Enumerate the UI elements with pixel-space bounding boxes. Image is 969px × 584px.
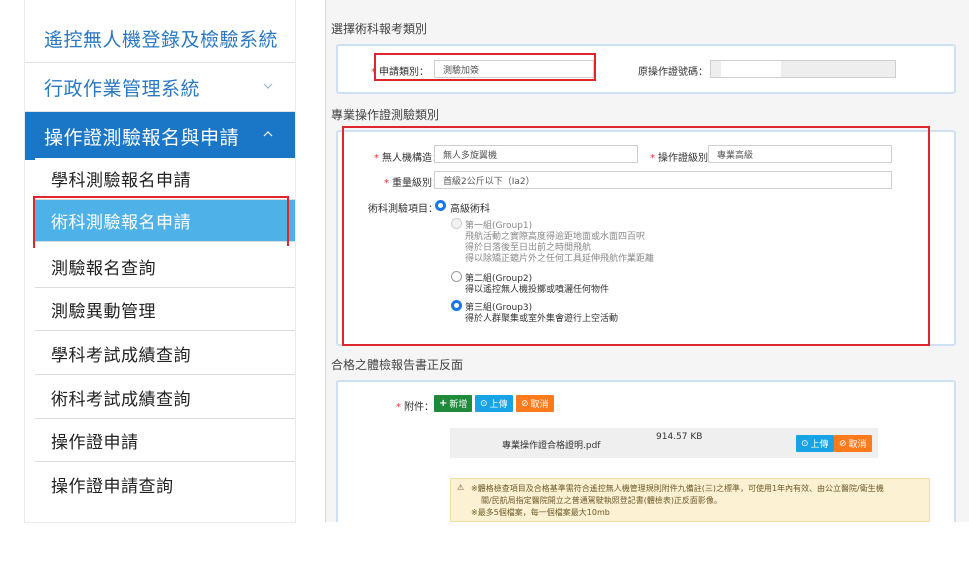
notice-box: ⚠ ※體格檢查項目及合格基準需符合遙控無人機管理規則附件九備註(三)之標準，可使… bbox=[450, 478, 930, 522]
button-label: 新增 bbox=[449, 400, 468, 410]
panel-health-report: * 附件： + 新增 ⊙ 上傳 ⊘ 取消 專業操作證合格證明.pdf 914.57… bbox=[336, 380, 956, 522]
file-name: 專業操作證合格證明.pdf bbox=[502, 441, 601, 451]
cancel-button[interactable]: ⊘ 取消 bbox=[516, 395, 554, 412]
section-title-test-category: 專業操作證測驗類別 bbox=[331, 108, 440, 122]
file-row: 專業操作證合格證明.pdf 914.57 KB ⊙ 上傳 ⊘ 取消 bbox=[450, 428, 878, 458]
sidebar-item-label: 測驗異動管理 bbox=[51, 302, 156, 322]
menu-drone-registration[interactable]: 遙控無人機登錄及檢驗系統 bbox=[25, 15, 295, 63]
sidebar-item-label: 測驗報名查詢 bbox=[51, 259, 156, 279]
ban-icon: ⊘ bbox=[521, 398, 529, 409]
sidebar-item-label: 學科測驗報名申請 bbox=[51, 171, 191, 191]
sidebar-item-license-query[interactable]: 操作證申請查詢 bbox=[35, 463, 295, 505]
sidebar-item-label: 學科考試成績查詢 bbox=[51, 346, 191, 366]
button-label: 取消 bbox=[530, 400, 549, 410]
highlight-box-apply-type bbox=[374, 53, 596, 81]
sidebar-item-label: 操作證申請 bbox=[51, 433, 139, 453]
sidebar-item-label: 術科考試成績查詢 bbox=[51, 390, 191, 410]
sidebar-item-label: 操作證申請查詢 bbox=[51, 476, 174, 497]
warning-icon: ⚠ bbox=[457, 483, 465, 492]
menu-license-exam[interactable]: 操作證測驗報名與申請 bbox=[25, 112, 295, 160]
sidebar-item-license-apply[interactable]: 操作證申請 bbox=[35, 420, 295, 462]
file-upload-button[interactable]: ⊙ 上傳 bbox=[796, 435, 834, 452]
sidebar-item-exam-change[interactable]: 測驗異動管理 bbox=[35, 289, 295, 331]
highlight-box-test-category bbox=[342, 126, 930, 346]
button-label: 上傳 bbox=[489, 400, 508, 410]
highlight-box-sidebar bbox=[33, 196, 289, 248]
section-title-exam-category: 選擇術科報考類別 bbox=[331, 22, 428, 36]
button-label: 取消 bbox=[848, 440, 867, 450]
notice-line: ※最多5個檔案，每一個檔案最大10mb bbox=[471, 508, 610, 517]
file-size: 914.57 KB bbox=[656, 432, 703, 442]
attach-label: * 附件： bbox=[396, 402, 434, 413]
chevron-down-icon bbox=[263, 83, 273, 89]
sidebar-item-exam-query[interactable]: 測驗報名查詢 bbox=[35, 246, 295, 288]
menu-admin-management[interactable]: 行政作業管理系統 bbox=[25, 64, 295, 112]
file-cancel-button[interactable]: ⊘ 取消 bbox=[834, 435, 872, 452]
sidebar-item-written-exam-apply[interactable]: 學科測驗報名申請 bbox=[35, 158, 295, 200]
plus-icon: + bbox=[439, 398, 448, 409]
field-inner bbox=[721, 61, 781, 77]
menu-label: 遙控無人機登錄及檢驗系統 bbox=[44, 29, 279, 51]
label-text: 附件： bbox=[404, 402, 434, 413]
section-title-health-report: 合格之體檢報告書正反面 bbox=[331, 358, 464, 372]
add-button[interactable]: + 新增 bbox=[434, 395, 473, 412]
menu-label: 操作證測驗報名與申請 bbox=[44, 126, 240, 149]
original-cert-label: 原操作證號碼： bbox=[638, 67, 708, 78]
sidebar-item-practical-score[interactable]: 術科考試成績查詢 bbox=[35, 377, 295, 419]
chevron-up-icon bbox=[263, 131, 273, 137]
upload-icon: ⊙ bbox=[480, 398, 488, 409]
notice-line: ※體格檢查項目及合格基準需符合遙控無人機管理規則附件九備註(三)之標準，可使用1… bbox=[471, 484, 884, 493]
upload-button[interactable]: ⊙ 上傳 bbox=[475, 395, 513, 412]
ban-icon: ⊘ bbox=[839, 438, 847, 449]
sidebar-nav: 遙控無人機登錄及檢驗系統 行政作業管理系統 操作證測驗報名與申請 學科測驗報名申… bbox=[25, 0, 295, 522]
button-label: 上傳 bbox=[810, 440, 829, 450]
chevron-down-icon bbox=[263, 34, 273, 40]
sidebar-item-written-score[interactable]: 學科考試成績查詢 bbox=[35, 333, 295, 375]
upload-icon: ⊙ bbox=[801, 438, 809, 449]
menu-label: 行政作業管理系統 bbox=[44, 78, 201, 100]
original-cert-field[interactable] bbox=[710, 60, 896, 78]
form-content: 選擇術科報考類別 * 申請類別： 測驗加簽 原操作證號碼： 專業操作證測驗類別 *… bbox=[325, 0, 969, 522]
notice-line: 關/民航局指定醫院開立之普通駕駛執照登記書(體檢表)正反面影像。 bbox=[481, 496, 722, 505]
